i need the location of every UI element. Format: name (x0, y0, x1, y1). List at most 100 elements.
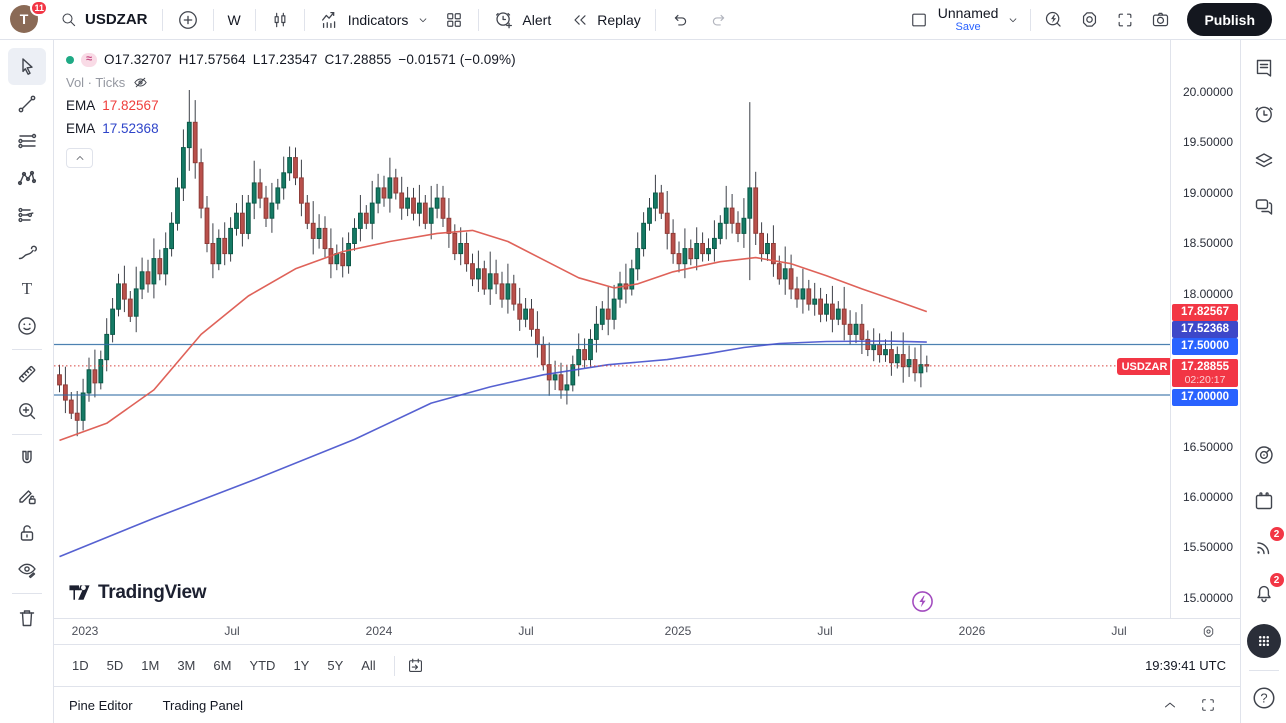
replay-button[interactable]: Replay (561, 3, 650, 37)
measure-tool[interactable] (8, 355, 46, 392)
price-tick: 19.00000 (1183, 186, 1233, 200)
redo-icon (709, 10, 729, 30)
watermark-label: TradingView (98, 582, 206, 604)
quick-search-button[interactable] (1036, 3, 1071, 37)
go-to-date-button[interactable] (403, 653, 428, 678)
price-line-symbol-label[interactable]: USDZAR (1117, 358, 1170, 375)
panel-expand-chevron-icon[interactable] (1161, 696, 1179, 714)
fib-lines-icon (15, 129, 39, 153)
apps-menu-button[interactable] (1247, 624, 1281, 658)
time-label: 2023 (72, 624, 99, 638)
tab-pine-editor[interactable]: Pine Editor (69, 698, 133, 713)
drawing-mode-tool[interactable] (8, 477, 46, 514)
notification-badge: 11 (30, 0, 48, 16)
cursor-icon (15, 55, 39, 79)
screenshot-button[interactable] (1143, 3, 1178, 37)
hline-lower-price-badge[interactable]: 17.00000 (1172, 389, 1238, 406)
layout-dropdown-arrow[interactable] (1001, 3, 1025, 37)
calendar-button[interactable] (1248, 486, 1280, 516)
range-1d[interactable]: 1D (64, 653, 97, 678)
symbol-search-button[interactable]: USDZAR (51, 3, 157, 37)
screener-button[interactable] (1248, 440, 1280, 470)
pencil-lock-icon (15, 484, 39, 508)
chart-canvas-area[interactable]: ≈ O17.32707 H17.57564 L17.23547 C17.2885… (54, 40, 1170, 618)
emoji-tool[interactable] (8, 307, 46, 344)
indicator-templates-button[interactable] (435, 3, 473, 37)
cursor-tool[interactable] (8, 48, 46, 85)
range-3m[interactable]: 3M (169, 653, 203, 678)
indicators-icon (319, 9, 341, 31)
range-1y[interactable]: 1Y (285, 653, 317, 678)
divider (255, 9, 256, 31)
brush-icon (15, 240, 39, 264)
magnet-tool[interactable] (8, 440, 46, 477)
pattern-tool[interactable] (8, 159, 46, 196)
object-tree-button[interactable] (1248, 145, 1280, 175)
alerts-button[interactable] (1248, 99, 1280, 129)
spark-boost-button[interactable] (910, 589, 935, 614)
notifications-button[interactable]: 2 (1248, 578, 1280, 608)
settings-button[interactable] (1072, 3, 1107, 37)
symbol-legend-row[interactable]: ≈ O17.32707 H17.57564 L17.23547 C17.2885… (66, 48, 516, 71)
apps-grid-icon (1255, 632, 1273, 650)
indicators-button[interactable]: Indicators (310, 3, 418, 37)
server-clock[interactable]: 19:39:41 UTC (1145, 658, 1230, 673)
compare-add-button[interactable] (168, 3, 208, 37)
remove-drawings-tool[interactable] (8, 599, 46, 636)
text-tool[interactable]: T (8, 270, 46, 307)
replay-rewind-icon (570, 10, 590, 30)
layout-button[interactable] (903, 3, 935, 37)
range-5y[interactable]: 5Y (319, 653, 351, 678)
indicators-dropdown-arrow[interactable] (412, 3, 434, 37)
chart-style-button[interactable] (261, 3, 299, 37)
range-5d[interactable]: 5D (99, 653, 132, 678)
volume-legend-row[interactable]: Vol · Ticks (66, 71, 516, 94)
publish-button[interactable]: Publish (1187, 3, 1272, 36)
interval-label: W (228, 12, 241, 28)
time-axis[interactable]: 2023 Jul 2024 Jul 2025 Jul 2026 Jul (54, 618, 1240, 644)
panel-maximize-icon[interactable] (1199, 696, 1217, 714)
divider (12, 349, 42, 350)
streams-button[interactable]: 2 (1248, 532, 1280, 562)
zoom-in-tool[interactable] (8, 392, 46, 429)
alarm-clock-icon (1252, 102, 1276, 126)
axis-settings-gear[interactable] (1201, 624, 1216, 639)
fullscreen-icon (1115, 10, 1135, 30)
calendar-goto-icon (406, 656, 425, 675)
ruler-icon (15, 362, 39, 386)
tab-trading-panel[interactable]: Trading Panel (163, 698, 243, 713)
lock-drawings-tool[interactable] (8, 514, 46, 551)
ohlc-change: −0.01571 (−0.09%) (398, 52, 515, 67)
time-label: 2024 (366, 624, 393, 638)
help-button[interactable]: ? (1248, 683, 1280, 713)
watchlist-button[interactable] (1248, 53, 1280, 83)
legend-collapse-button[interactable] (66, 148, 93, 168)
time-label: Jul (1111, 624, 1126, 638)
interval-button[interactable]: W (219, 3, 250, 37)
price-tick: 15.00000 (1183, 591, 1233, 605)
fib-retracement-tool[interactable] (8, 122, 46, 159)
redo-button[interactable] (700, 3, 738, 37)
layout-name-button[interactable]: Unnamed Save (936, 6, 1001, 33)
alert-button[interactable]: Alert (484, 3, 560, 37)
projection-tool[interactable] (8, 196, 46, 233)
price-scale[interactable]: 20.00000 19.50000 19.00000 18.50000 18.0… (1170, 40, 1240, 618)
undo-button[interactable] (661, 3, 699, 37)
hide-drawings-tool[interactable] (8, 551, 46, 588)
user-avatar[interactable]: T 11 (10, 5, 40, 35)
range-all[interactable]: All (353, 653, 383, 678)
brush-tool[interactable] (8, 233, 46, 270)
ohlc-close: C17.28855 (324, 52, 391, 67)
ema-fast-legend-row[interactable]: EMA 17.82567 (66, 94, 516, 117)
range-6m[interactable]: 6M (205, 653, 239, 678)
save-button[interactable]: Save (956, 21, 981, 33)
chat-button[interactable] (1248, 191, 1280, 221)
hline-upper-price-badge[interactable]: 17.50000 (1172, 338, 1238, 355)
range-ytd[interactable]: YTD (241, 653, 283, 678)
range-1m[interactable]: 1M (133, 653, 167, 678)
fullscreen-button[interactable] (1108, 3, 1142, 37)
main-region: T (0, 40, 1286, 723)
trend-line-tool[interactable] (8, 85, 46, 122)
ema-slow-legend-row[interactable]: EMA 17.52368 (66, 117, 516, 140)
eye-off-icon[interactable] (132, 74, 149, 91)
